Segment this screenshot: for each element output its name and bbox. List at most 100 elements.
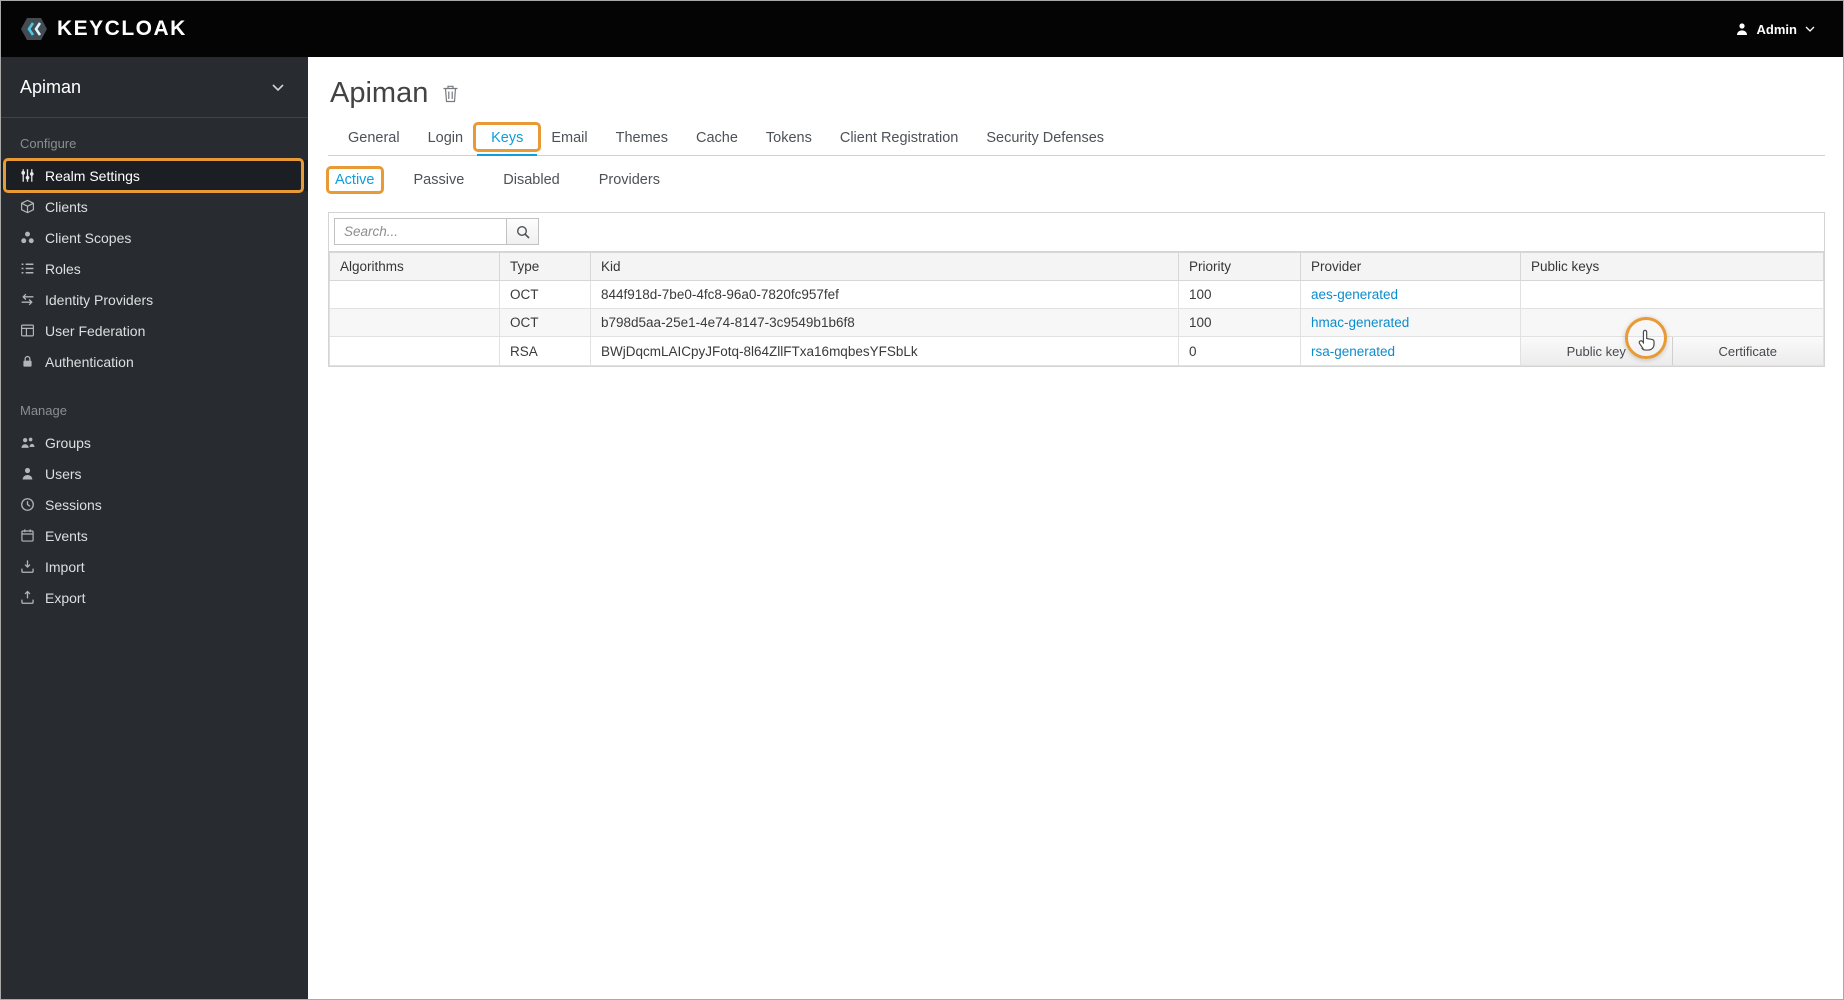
table-toolbar <box>329 213 1824 252</box>
import-icon <box>20 559 35 574</box>
user-icon <box>20 466 35 481</box>
cell-public-keys <box>1520 280 1824 309</box>
search-button[interactable] <box>506 218 539 245</box>
section-label-manage: Manage <box>20 403 67 418</box>
section-label-configure: Configure <box>20 136 77 151</box>
cell-provider: aes-generated <box>1300 280 1521 309</box>
search-icon <box>516 225 530 239</box>
brand-name: KEYCLOAK <box>57 17 187 40</box>
tab-tokens[interactable]: Tokens <box>752 121 826 156</box>
calendar-icon <box>20 528 35 543</box>
cell-type: OCT <box>499 280 591 309</box>
table-header-row: Algorithms Type Kid Priority Provider Pu… <box>329 252 1824 281</box>
cell-algorithms <box>329 280 500 309</box>
cell-public-keys <box>1520 308 1824 337</box>
trash-icon[interactable] <box>442 84 459 103</box>
groups-icon <box>20 435 35 450</box>
sidebar-item-client-scopes[interactable]: Client Scopes <box>1 222 308 253</box>
cube-icon <box>20 199 35 214</box>
sidebar-item-sessions[interactable]: Sessions <box>1 489 308 520</box>
keys-subtabs: Active Passive Disabled Providers <box>326 156 1825 194</box>
realm-settings-tabs: General Login Keys Email Themes Cache To… <box>328 121 1825 156</box>
certificate-button[interactable]: Certificate <box>1671 337 1823 365</box>
cell-priority: 0 <box>1178 336 1301 366</box>
sidebar-item-clients[interactable]: Clients <box>1 191 308 222</box>
sliders-icon <box>20 168 35 183</box>
sidebar-item-label: Identity Providers <box>45 291 154 308</box>
sidebar-item-authentication[interactable]: Authentication <box>1 346 308 377</box>
sidebar-item-identity-providers[interactable]: Identity Providers <box>1 284 308 315</box>
sidebar-item-events[interactable]: Events <box>1 520 308 551</box>
sidebar-nav: Configure Realm Settings Clients Client … <box>1 118 308 613</box>
col-header-type: Type <box>499 252 591 281</box>
col-header-kid: Kid <box>590 252 1179 281</box>
col-header-provider: Provider <box>1300 252 1521 281</box>
provider-link[interactable]: aes-generated <box>1311 287 1398 302</box>
sidebar-item-roles[interactable]: Roles <box>1 253 308 284</box>
keycloak-logo: KEYCLOAK <box>20 15 187 43</box>
export-icon <box>20 590 35 605</box>
sidebar-item-label: User Federation <box>45 322 146 339</box>
search-input[interactable] <box>334 218 507 245</box>
clock-icon <box>20 497 35 512</box>
sidebar-item-label: Roles <box>45 260 81 277</box>
subtab-disabled[interactable]: Disabled <box>503 172 559 188</box>
sidebar-item-label: Realm Settings <box>45 167 140 184</box>
sidebar-item-label: Users <box>45 465 82 482</box>
provider-link[interactable]: rsa-generated <box>1311 344 1395 359</box>
user-name: Admin <box>1756 21 1797 37</box>
realm-selector[interactable]: Apiman <box>1 57 308 118</box>
tab-cache[interactable]: Cache <box>682 121 752 156</box>
cell-kid: 844f918d-7be0-4fc8-96a0-7820fc957fef <box>590 280 1179 309</box>
list-icon <box>20 261 35 276</box>
tab-general[interactable]: General <box>334 121 414 156</box>
tab-login[interactable]: Login <box>414 121 477 156</box>
sidebar-item-groups[interactable]: Groups <box>1 427 308 458</box>
chevron-down-icon <box>272 83 284 91</box>
public-key-button[interactable]: Public key <box>1521 337 1672 365</box>
sidebar-item-label: Authentication <box>45 353 134 370</box>
col-header-public-keys: Public keys <box>1520 252 1824 281</box>
cell-priority: 100 <box>1178 308 1301 337</box>
cell-provider: hmac-generated <box>1300 308 1521 337</box>
keys-table: Algorithms Type Kid Priority Provider Pu… <box>329 252 1824 366</box>
table-row: RSA BWjDqcmLAICpyJFotq-8l64ZllFTxa16mqbe… <box>329 336 1824 366</box>
keys-table-container: Algorithms Type Kid Priority Provider Pu… <box>328 212 1825 367</box>
table-row: OCT 844f918d-7be0-4fc8-96a0-7820fc957fef… <box>329 280 1824 309</box>
sidebar-item-users[interactable]: Users <box>1 458 308 489</box>
sidebar-item-export[interactable]: Export <box>1 582 308 613</box>
user-icon <box>1736 23 1747 35</box>
table-grid-icon <box>20 323 35 338</box>
cell-priority: 100 <box>1178 280 1301 309</box>
exchange-arrows-icon <box>20 292 35 307</box>
tab-themes[interactable]: Themes <box>602 121 682 156</box>
chevron-down-icon <box>1805 26 1815 32</box>
table-row: OCT b798d5aa-25e1-4e74-8147-3c9549b1b6f8… <box>329 308 1824 337</box>
sidebar-item-label: Clients <box>45 198 88 215</box>
sidebar-item-label: Export <box>45 589 86 606</box>
sidebar-item-realm-settings[interactable]: Realm Settings <box>1 158 308 193</box>
topbar: KEYCLOAK Admin <box>1 1 1843 57</box>
layout: Apiman Configure Realm Settings Clients … <box>1 57 1843 999</box>
cell-provider: rsa-generated <box>1300 336 1521 366</box>
sidebar-item-label: Import <box>45 558 85 575</box>
tab-client-registration[interactable]: Client Registration <box>826 121 972 156</box>
subtab-active[interactable]: Active <box>326 166 383 194</box>
col-header-priority: Priority <box>1178 252 1301 281</box>
tab-keys[interactable]: Keys <box>473 121 542 156</box>
tab-email[interactable]: Email <box>537 121 601 156</box>
subtab-providers[interactable]: Providers <box>599 172 660 188</box>
cell-algorithms <box>329 336 500 366</box>
sidebar-item-label: Client Scopes <box>45 229 132 246</box>
sidebar-item-import[interactable]: Import <box>1 551 308 582</box>
cell-kid: b798d5aa-25e1-4e74-8147-3c9549b1b6f8 <box>590 308 1179 337</box>
keycloak-logo-icon <box>21 18 47 40</box>
subtab-passive[interactable]: Passive <box>414 172 465 188</box>
sidebar: Apiman Configure Realm Settings Clients … <box>1 57 308 999</box>
tab-security-defenses[interactable]: Security Defenses <box>972 121 1118 156</box>
sidebar-item-user-federation[interactable]: User Federation <box>1 315 308 346</box>
page-title-row: Apiman <box>330 77 1825 110</box>
user-menu[interactable]: Admin <box>1735 22 1815 37</box>
provider-link[interactable]: hmac-generated <box>1311 315 1409 330</box>
cell-kid: BWjDqcmLAICpyJFotq-8l64ZllFTxa16mqbesYFS… <box>590 336 1179 366</box>
